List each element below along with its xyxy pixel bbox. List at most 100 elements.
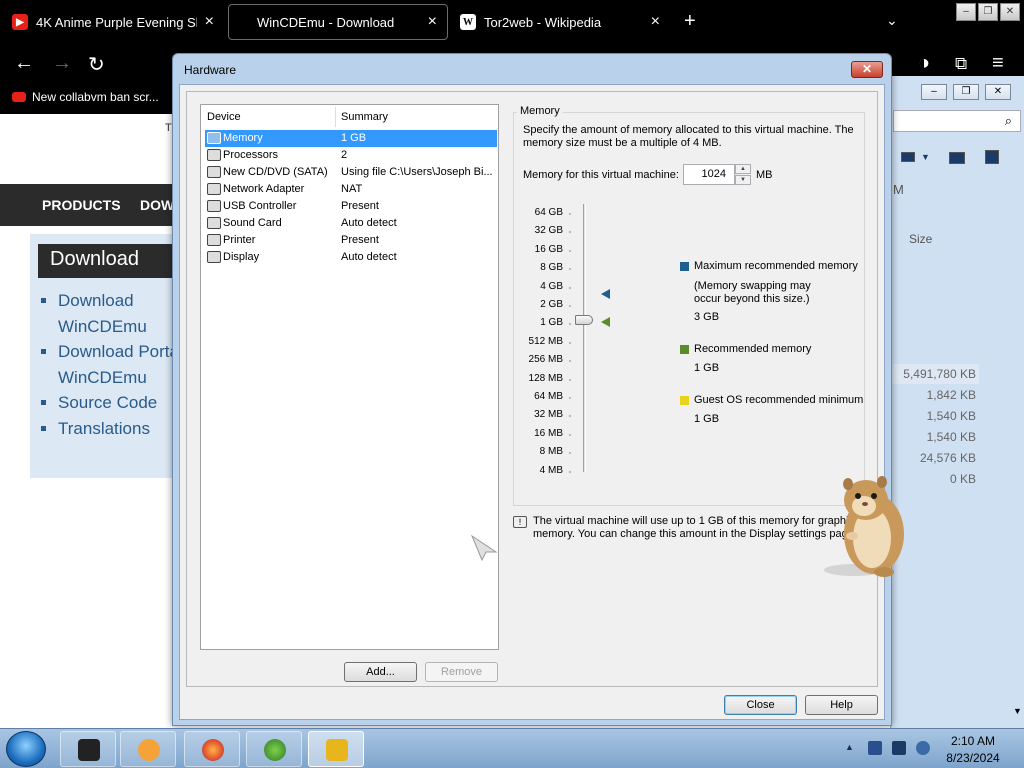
- memory-scale-tick: [569, 231, 571, 234]
- new-tab-button[interactable]: +: [684, 10, 696, 33]
- terminal-icon: [78, 739, 100, 761]
- show-hidden-icons[interactable]: ▲: [845, 742, 854, 752]
- device-list[interactable]: Device Summary Memory 1 GB Processors 2 New …: [200, 104, 499, 650]
- contrast-icon[interactable]: ◑: [918, 52, 930, 75]
- memory-scale-label: 8 GB: [540, 262, 563, 274]
- close-button[interactable]: Close: [724, 695, 797, 715]
- recommended-value: 1 GB: [694, 362, 720, 374]
- device-row-network-adapter[interactable]: Network Adapter NAT: [205, 181, 497, 198]
- memory-scale-tick: [569, 360, 571, 363]
- taskbar-app[interactable]: [184, 731, 240, 767]
- device-name: New CD/DVD (SATA): [223, 166, 328, 178]
- memory-scale-tick: [569, 397, 571, 399]
- browser-tab-active[interactable]: WinCDEmu - Download ×: [228, 4, 448, 40]
- translations-link[interactable]: Translations: [58, 416, 179, 442]
- taskbar-app[interactable]: [246, 731, 302, 767]
- device-row-display[interactable]: Display Auto detect: [205, 249, 497, 266]
- memory-scale-tick: [569, 305, 571, 307]
- memory-slider-track[interactable]: [583, 204, 586, 472]
- minimize-icon[interactable]: –: [956, 3, 976, 21]
- network-tray-icon[interactable]: [868, 741, 882, 755]
- file-size: 0 KB: [949, 472, 976, 486]
- spin-up-icon[interactable]: ▲: [735, 164, 751, 174]
- menu-icon[interactable]: ≡: [992, 52, 1004, 75]
- memory-scale-tick: [569, 341, 571, 344]
- nav-products-link[interactable]: PRODUCTS: [42, 197, 121, 213]
- memory-scale-tick: [569, 378, 571, 381]
- memory-spinner[interactable]: ▲ ▼: [735, 164, 751, 185]
- close-icon[interactable]: ✕: [985, 84, 1011, 100]
- clock-time[interactable]: 2:10 AM: [940, 734, 1006, 748]
- file-size: 1,842 KB: [926, 388, 976, 402]
- memory-scale-tick: [569, 323, 571, 326]
- forward-arrow-icon[interactable]: →: [52, 52, 72, 75]
- device-row-usb-controller[interactable]: USB Controller Present: [205, 198, 497, 215]
- bookmark-item[interactable]: New collabvm ban scr...: [12, 90, 159, 104]
- close-icon[interactable]: ×: [205, 13, 214, 31]
- youtube-icon: ▶: [12, 14, 28, 30]
- summary-column-header[interactable]: Summary: [341, 111, 388, 123]
- browser-tab[interactable]: ▶ 4K Anime Purple Evening Sky - ×: [2, 4, 224, 40]
- max-recommended-note: (Memory swapping may occur beyond this s…: [694, 280, 811, 305]
- close-icon[interactable]: ×: [428, 13, 437, 31]
- device-name: USB Controller: [223, 200, 297, 212]
- add-hardware-button[interactable]: Add...: [344, 662, 417, 682]
- taskbar-app[interactable]: [120, 731, 176, 767]
- chevron-down-icon[interactable]: ⌄: [886, 12, 898, 29]
- device-name: Display: [223, 251, 260, 263]
- reload-icon[interactable]: ↻: [88, 52, 105, 77]
- memory-unit: MB: [756, 169, 773, 181]
- guest-min-value: 1 GB: [694, 413, 720, 425]
- dialog-close-button[interactable]: ✕: [851, 61, 883, 78]
- help-button[interactable]: Help: [805, 695, 878, 715]
- taskbar-app[interactable]: [60, 731, 116, 767]
- taskbar-app-active[interactable]: [308, 731, 364, 767]
- memory-scale-label: 4 MB: [539, 464, 563, 476]
- start-button[interactable]: [6, 731, 46, 767]
- memory-scale-label: 16 MB: [534, 427, 563, 439]
- device-row-processors[interactable]: Processors 2: [205, 147, 497, 164]
- minimize-icon[interactable]: –: [921, 84, 947, 100]
- max-recommended-swatch: [680, 262, 689, 271]
- bookmark-label: New collabvm ban scr...: [32, 90, 159, 104]
- file-size: 1,540 KB: [926, 430, 976, 444]
- source-code-link[interactable]: Source Code: [58, 390, 179, 416]
- restore-icon[interactable]: ❐: [978, 3, 998, 21]
- device-column-header[interactable]: Device: [207, 111, 241, 123]
- memory-scale-tick: [569, 470, 571, 473]
- download-links: DownloadWinCDEmu Download PortaWinCDEmu …: [42, 288, 179, 441]
- device-summary: Using file C:\Users\Joseph Bi...: [341, 166, 493, 178]
- display-tray-icon[interactable]: [892, 741, 906, 755]
- restore-icon[interactable]: ❐: [953, 84, 979, 100]
- memory-scale-label: 256 MB: [528, 354, 563, 366]
- device-row-sound-card[interactable]: Sound Card Auto detect: [205, 215, 497, 232]
- close-icon[interactable]: ×: [651, 13, 660, 31]
- clock-date[interactable]: 8/23/2024: [940, 751, 1006, 765]
- download-portable-link[interactable]: Download PortaWinCDEmu: [58, 339, 179, 390]
- mouse-cursor-icon: [470, 534, 498, 562]
- device-row-memory[interactable]: Memory 1 GB: [205, 130, 497, 147]
- extensions-icon[interactable]: ⧉: [955, 54, 967, 74]
- memory-slider-thumb[interactable]: [575, 315, 593, 325]
- column-size-header[interactable]: Size: [909, 232, 932, 246]
- scroll-down-icon[interactable]: ▼: [1013, 706, 1022, 716]
- spin-down-icon[interactable]: ▼: [735, 175, 751, 185]
- close-icon[interactable]: ✕: [1000, 3, 1020, 21]
- download-manager-icon: [264, 739, 286, 761]
- device-summary: Auto detect: [341, 217, 397, 229]
- device-name: Printer: [223, 234, 256, 246]
- device-row-printer[interactable]: Printer Present: [205, 232, 497, 249]
- memory-group-title: Memory: [517, 105, 563, 117]
- back-arrow-icon[interactable]: ←: [14, 52, 34, 75]
- download-link[interactable]: DownloadWinCDEmu: [58, 288, 179, 339]
- remove-hardware-button[interactable]: Remove: [425, 662, 498, 682]
- memory-size-input[interactable]: 1024: [683, 164, 735, 185]
- browser-tab[interactable]: W Tor2web - Wikipedia ×: [450, 4, 670, 40]
- nav-download-link[interactable]: DOW: [140, 197, 174, 213]
- tab-title: Tor2web - Wikipedia: [484, 14, 602, 30]
- file-size: 1,540 KB: [926, 409, 976, 423]
- volume-tray-icon[interactable]: [916, 741, 930, 755]
- memory-scale-label: 128 MB: [528, 372, 563, 384]
- memory-scale-tick: [569, 452, 571, 455]
- device-row-new-cd-dvd-sata[interactable]: New CD/DVD (SATA) Using file C:\Users\Jos…: [205, 164, 497, 181]
